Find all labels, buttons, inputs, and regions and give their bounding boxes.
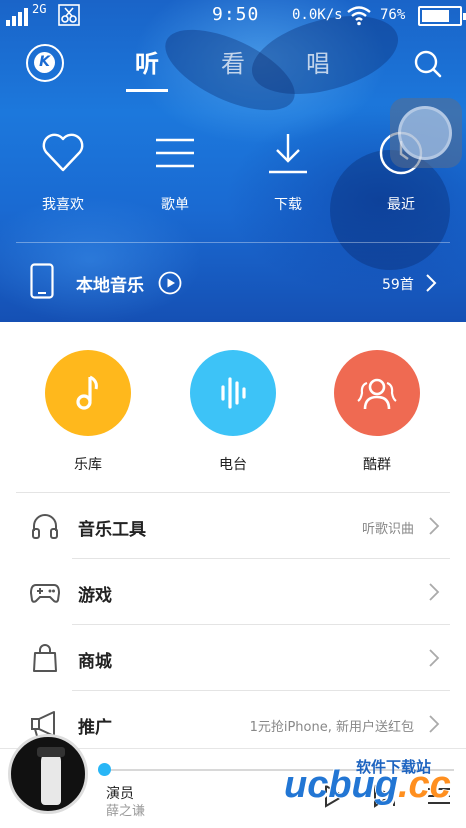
signal-icon xyxy=(6,6,34,26)
tab-watch[interactable]: 看 xyxy=(211,44,255,79)
battery-percent: 76% xyxy=(380,7,406,23)
shortcut-group[interactable]: 酷群 xyxy=(317,350,437,474)
shortcut-library[interactable]: 乐库 xyxy=(28,350,148,474)
local-music-label: 本地音乐 xyxy=(76,276,144,296)
quick-favorites[interactable]: 我喜欢 xyxy=(13,130,113,214)
list-item-games[interactable]: 游戏 xyxy=(0,559,466,625)
active-tab-indicator xyxy=(126,89,168,92)
album-figure-hat xyxy=(37,747,65,757)
headphones-icon xyxy=(32,514,58,539)
kugou-logo-button[interactable]: K xyxy=(26,44,64,82)
chevron-right-icon xyxy=(429,649,440,667)
library-disc xyxy=(45,350,131,436)
progress-knob[interactable] xyxy=(98,763,111,776)
local-music-count: 59首 xyxy=(382,277,414,293)
quick-label: 歌单 xyxy=(161,197,189,213)
scissors-icon xyxy=(58,4,80,26)
chevron-right-icon xyxy=(426,274,437,292)
circle-shortcuts: 乐库 电台 酷群 xyxy=(0,322,466,492)
album-cover[interactable] xyxy=(8,734,88,814)
network-speed: 0.0K/s xyxy=(292,7,343,23)
radio-disc xyxy=(190,350,276,436)
quick-downloads[interactable]: 下载 xyxy=(238,130,338,214)
shortcut-label: 乐库 xyxy=(74,457,102,473)
network-type: 2G xyxy=(32,2,47,16)
battery-icon xyxy=(418,6,466,26)
group-disc xyxy=(334,350,420,436)
quick-label: 我喜欢 xyxy=(42,197,84,213)
floating-ball-inner xyxy=(398,106,452,160)
local-music-row[interactable]: 本地音乐 59首 xyxy=(0,243,466,321)
watermark-domain: .cc xyxy=(397,764,451,806)
quick-playlists[interactable]: 歌单 xyxy=(125,130,225,214)
shortcut-label: 电台 xyxy=(219,457,247,473)
logo-letter: K xyxy=(34,52,55,73)
chevron-right-icon xyxy=(429,517,440,535)
tab-listen[interactable]: 听 xyxy=(125,44,169,79)
group-icon xyxy=(357,378,397,410)
search-icon[interactable] xyxy=(412,48,444,80)
album-figure xyxy=(41,751,61,805)
hero-banner: 2G 9:50 0.0K/s 76% K 听 看 唱 我喜欢 歌单 下载 最近 … xyxy=(0,0,466,322)
music-note-icon xyxy=(76,375,98,410)
battery-fill xyxy=(422,10,450,22)
watermark-logo: ucbug.cc xyxy=(284,764,451,807)
quick-label: 最近 xyxy=(387,197,415,213)
watermark-brand: ucbug xyxy=(284,764,398,806)
list-item-title: 商城 xyxy=(78,652,112,672)
list-item-title: 游戏 xyxy=(78,586,112,606)
shortcut-label: 酷群 xyxy=(363,457,391,473)
list-item-subtitle: 听歌识曲 xyxy=(361,522,414,537)
wifi-icon xyxy=(347,6,371,26)
now-playing-artist: 薛之谦 xyxy=(106,804,146,819)
shortcut-radio[interactable]: 电台 xyxy=(173,350,293,474)
chevron-right-icon xyxy=(429,583,440,601)
shopping-bag-icon xyxy=(33,644,57,672)
list-item-title: 音乐工具 xyxy=(78,520,146,540)
list-item-subtitle: 1元抢iPhone, 新用户送红包 xyxy=(249,720,414,735)
list-item-title: 推广 xyxy=(78,718,112,738)
play-circle-icon[interactable] xyxy=(158,271,182,295)
watermark: 软件下载站 ucbug.cc xyxy=(282,752,466,822)
quick-label: 下载 xyxy=(274,197,302,213)
phone-icon xyxy=(30,263,54,299)
floating-assistant-button[interactable] xyxy=(390,98,462,168)
clock-time: 9:50 xyxy=(212,4,260,25)
download-icon xyxy=(269,134,307,174)
top-nav: K 听 看 唱 xyxy=(0,38,466,92)
heart-icon xyxy=(42,133,84,172)
list-item-music-tools[interactable]: 音乐工具 听歌识曲 xyxy=(0,493,466,559)
status-bar: 2G 9:50 0.0K/s 76% xyxy=(0,0,466,32)
tab-sing[interactable]: 唱 xyxy=(296,44,340,79)
list-item-store[interactable]: 商城 xyxy=(0,625,466,691)
chevron-right-icon xyxy=(429,715,440,733)
soundwave-icon xyxy=(221,377,246,409)
gamepad-icon xyxy=(30,584,60,603)
list-icon xyxy=(156,138,194,168)
